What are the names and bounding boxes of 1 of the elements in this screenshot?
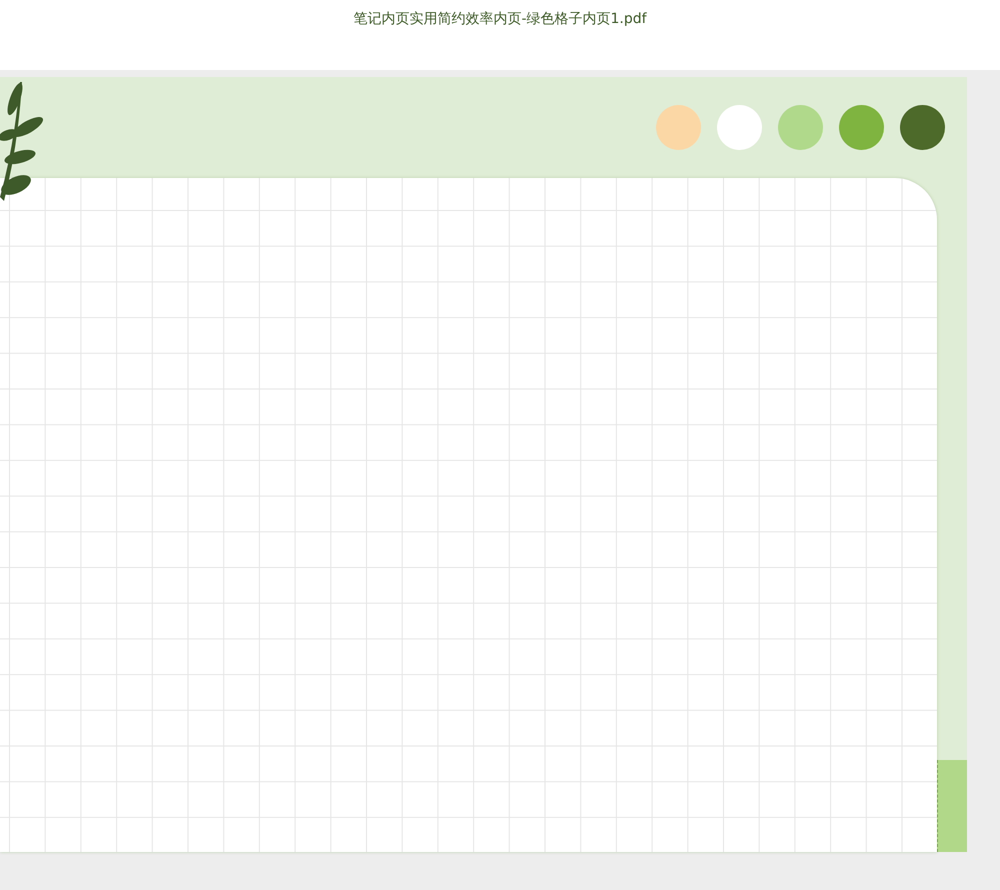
document-title: 笔记内页实用简约效率内页-绿色格子内页1.pdf	[353, 10, 647, 29]
